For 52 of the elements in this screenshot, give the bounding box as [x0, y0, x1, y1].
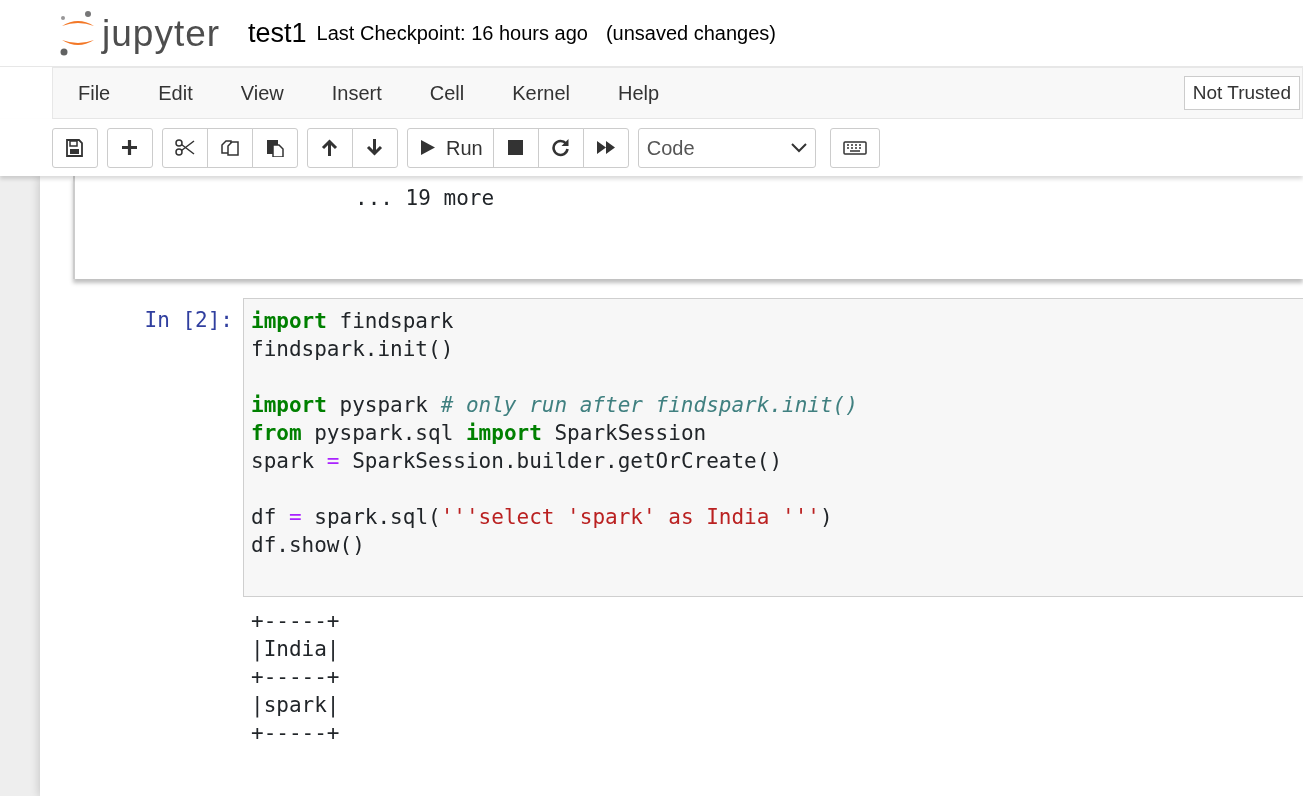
cell-prompt: In [2]:	[143, 307, 234, 334]
save-button[interactable]	[52, 127, 98, 168]
fast-forward-icon	[595, 138, 616, 157]
cell-type-select[interactable]: Code	[637, 127, 816, 168]
fast-forward-button[interactable]	[582, 127, 629, 168]
play-icon	[418, 138, 438, 157]
arrow-down-button[interactable]	[352, 127, 398, 168]
output-line: +-----+	[251, 664, 341, 691]
code-line: findspark.init()	[251, 336, 454, 363]
refresh-button[interactable]	[537, 127, 584, 168]
logo-text: jupyter	[102, 14, 221, 52]
chevron-down-icon	[790, 142, 807, 153]
output-line: |India|	[251, 636, 341, 663]
arrow-up-icon	[320, 138, 340, 157]
copy-button[interactable]	[207, 127, 253, 168]
menu-item[interactable]: View	[216, 78, 308, 108]
output-line: +-----+	[251, 720, 341, 747]
arrow-down-icon	[365, 138, 385, 157]
code-line: df.show()	[251, 532, 365, 559]
save-icon	[65, 138, 85, 157]
copy-icon	[220, 138, 240, 157]
plus-button[interactable]	[107, 127, 153, 168]
menu-item[interactable]: Cell	[405, 78, 489, 108]
output-line: +-----+	[251, 608, 341, 635]
code-line: df = spark.sql('''select 'spark' as India ''')	[251, 504, 833, 531]
arrow-up-button[interactable]	[307, 127, 353, 168]
paste-button[interactable]	[252, 127, 298, 168]
notebook-name[interactable]: test1	[248, 12, 307, 54]
menu-item[interactable]: File	[53, 78, 135, 108]
save-status: (unsaved changes)	[605, 21, 776, 46]
code-line: from pyspark.sql import SparkSession	[251, 420, 707, 447]
menu-item[interactable]: Insert	[307, 78, 406, 108]
refresh-icon	[550, 138, 571, 157]
paste-icon	[265, 138, 285, 157]
trust-indicator[interactable]: Not Trusted	[1183, 75, 1300, 111]
stop-button[interactable]	[492, 127, 539, 168]
keyboard-button[interactable]	[829, 127, 880, 168]
output-line: |spark|	[251, 692, 341, 719]
keyboard-icon	[842, 140, 867, 155]
run-button[interactable]: Run	[407, 127, 494, 168]
checkpoint-status: Last Checkpoint: 16 hours ago	[316, 21, 588, 46]
code-line: import pyspark # only run after findspark.init()	[251, 392, 858, 419]
menu-item[interactable]: Kernel	[488, 78, 594, 108]
scissors-button[interactable]	[162, 127, 208, 168]
plus-icon	[120, 138, 140, 157]
menu-item[interactable]: Edit	[134, 78, 217, 108]
stop-icon	[505, 138, 526, 157]
scissors-icon	[175, 138, 195, 157]
code-line: import findspark	[251, 308, 454, 335]
output-line: ... 19 more	[355, 185, 496, 212]
code-line: spark = SparkSession.builder.getOrCreate()	[251, 448, 783, 475]
menu-item[interactable]: Help	[594, 78, 684, 108]
